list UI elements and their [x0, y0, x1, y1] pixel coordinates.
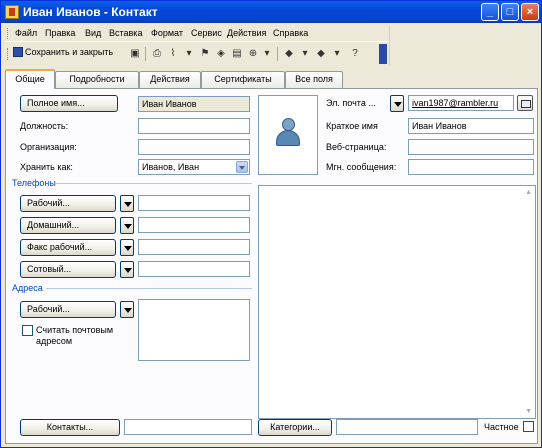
chevron-down-icon[interactable]	[390, 95, 404, 112]
address-field[interactable]	[138, 299, 250, 361]
general-tab-panel: Полное имя... Иван Иванов Должность: Орг…	[5, 88, 538, 444]
title-bar: Иван Иванов - Контакт _ □ ×	[1, 1, 541, 23]
full-name-field[interactable]: Иван Иванов	[138, 96, 250, 112]
chevron-down-icon[interactable]	[120, 239, 134, 256]
menu-insert[interactable]: Вставка	[109, 28, 142, 38]
phone-home-button[interactable]: Домашний...	[20, 217, 116, 234]
company-label: Организация:	[20, 142, 77, 152]
toolbar: Сохранить и закрыть ▣ ⎙ ⌇ ▾ ⚑ ◈ ▤ ⊕ ▾ ◆ …	[5, 44, 387, 64]
categories-button[interactable]: Категории...	[258, 419, 332, 436]
mailing-address-checkbox[interactable]	[22, 325, 33, 336]
menu-bar: Файл Правка Вид Вставка Формат Сервис Де…	[5, 25, 387, 42]
file-as-label: Хранить как:	[20, 162, 73, 172]
display-as-field[interactable]: Иван Иванов	[408, 118, 534, 134]
menu-format[interactable]: Формат	[151, 28, 183, 38]
contact-photo-button[interactable]	[258, 95, 318, 175]
fax-business-field[interactable]	[138, 239, 250, 255]
addresses-group-title: Адреса	[12, 283, 43, 293]
phone-business-field[interactable]	[138, 195, 250, 211]
save-copy-icon[interactable]: ▣	[129, 48, 141, 60]
tab-all-fields[interactable]: Все поля	[285, 71, 343, 88]
menu-help[interactable]: Справка	[273, 28, 308, 38]
save-and-close-button[interactable]: Сохранить и закрыть	[13, 47, 113, 61]
contact-photo-icon	[273, 116, 303, 152]
dropdown-icon[interactable]: ▾	[261, 48, 273, 60]
im-address-label: Мгн. сообщения:	[326, 162, 397, 172]
address-book-icon[interactable]	[517, 95, 533, 111]
phones-group-title: Телефоны	[12, 178, 56, 188]
new-meeting-icon[interactable]: ◈	[215, 48, 227, 60]
contacts-button[interactable]: Контакты...	[20, 419, 120, 436]
menu-grip-icon[interactable]	[7, 28, 10, 39]
chevron-down-icon[interactable]	[120, 195, 134, 212]
menu-actions[interactable]: Действия	[227, 28, 266, 38]
scroll-down-icon[interactable]: ▼	[525, 408, 532, 415]
save-icon	[13, 47, 23, 57]
scroll-up-icon[interactable]: ▲	[525, 189, 532, 196]
im-address-field[interactable]	[408, 159, 534, 175]
toolbar-grip-icon[interactable]	[7, 48, 10, 60]
job-title-field[interactable]	[138, 118, 250, 134]
chevron-down-icon[interactable]	[120, 261, 134, 278]
company-field[interactable]	[138, 139, 250, 155]
address-business-button[interactable]: Рабочий...	[20, 301, 116, 318]
help-icon[interactable]: ?	[349, 48, 361, 60]
file-as-value: Иванов, Иван	[142, 162, 200, 172]
chevron-down-icon[interactable]	[120, 217, 134, 234]
addresses-divider	[46, 288, 252, 289]
menu-file[interactable]: Файл	[15, 28, 37, 38]
toolbar-empty-area	[389, 25, 539, 65]
phone-mobile-button[interactable]: Сотовый...	[20, 261, 116, 278]
tab-activities[interactable]: Действия	[139, 71, 201, 88]
phones-divider	[56, 183, 252, 184]
tab-strip: Общие Подробности Действия Сертификаты В…	[5, 69, 539, 89]
toolbar-separator	[277, 47, 278, 61]
webpage-label: Веб-страница:	[326, 142, 387, 152]
close-button[interactable]: ×	[521, 3, 539, 21]
notes-textarea[interactable]: ▲ ▼	[258, 185, 536, 419]
chevron-down-icon[interactable]	[120, 301, 134, 318]
next-arrow-icon[interactable]: ▾	[331, 48, 343, 60]
menu-edit[interactable]: Правка	[45, 28, 75, 38]
toolbar-overflow-button[interactable]	[379, 44, 387, 64]
contacts-field[interactable]	[124, 419, 252, 435]
contact-window: Иван Иванов - Контакт _ □ × Файл Правка …	[0, 0, 542, 448]
flag-icon[interactable]: ⚑	[199, 48, 211, 60]
menu-view[interactable]: Вид	[85, 28, 101, 38]
next-item-icon[interactable]: ◆	[315, 48, 327, 60]
email-field[interactable]: ivan1987@rambler.ru	[408, 95, 514, 111]
dropdown-icon[interactable]: ▾	[183, 48, 195, 60]
tab-general[interactable]: Общие	[5, 69, 55, 89]
private-label: Частное	[484, 422, 519, 432]
tab-certificates[interactable]: Сертификаты	[201, 71, 285, 88]
phone-home-field[interactable]	[138, 217, 250, 233]
full-name-button[interactable]: Полное имя...	[20, 95, 118, 112]
previous-arrow-icon[interactable]: ▾	[299, 48, 311, 60]
private-checkbox[interactable]	[523, 421, 534, 432]
toolbar-separator	[145, 47, 146, 61]
file-as-combo[interactable]: Иванов, Иван	[138, 159, 250, 175]
menu-tools[interactable]: Сервис	[191, 28, 222, 38]
maximize-button[interactable]: □	[501, 3, 519, 21]
job-title-label: Должность:	[20, 121, 69, 131]
mailing-address-label: Считать почтовым адресом	[36, 325, 114, 346]
minimize-button[interactable]: _	[481, 3, 499, 21]
print-icon[interactable]: ⎙	[151, 48, 163, 60]
previous-item-icon[interactable]: ◆	[283, 48, 295, 60]
phone-mobile-field[interactable]	[138, 261, 250, 277]
map-address-icon[interactable]: ⊕	[247, 48, 259, 60]
phone-business-button[interactable]: Рабочий...	[20, 195, 116, 212]
new-task-icon[interactable]: ▤	[231, 48, 243, 60]
display-as-label: Краткое имя	[326, 121, 378, 131]
categories-field[interactable]	[336, 419, 478, 435]
fax-business-button[interactable]: Факс рабочий...	[20, 239, 116, 256]
save-and-close-label: Сохранить и закрыть	[25, 47, 114, 57]
contact-card-icon	[5, 5, 19, 19]
email-button[interactable]: Эл. почта ...	[324, 96, 388, 113]
window-title: Иван Иванов - Контакт	[23, 5, 158, 19]
attach-icon[interactable]: ⌇	[167, 48, 179, 60]
chevron-down-icon[interactable]	[236, 161, 248, 173]
webpage-field[interactable]	[408, 139, 534, 155]
tab-details[interactable]: Подробности	[55, 71, 139, 88]
